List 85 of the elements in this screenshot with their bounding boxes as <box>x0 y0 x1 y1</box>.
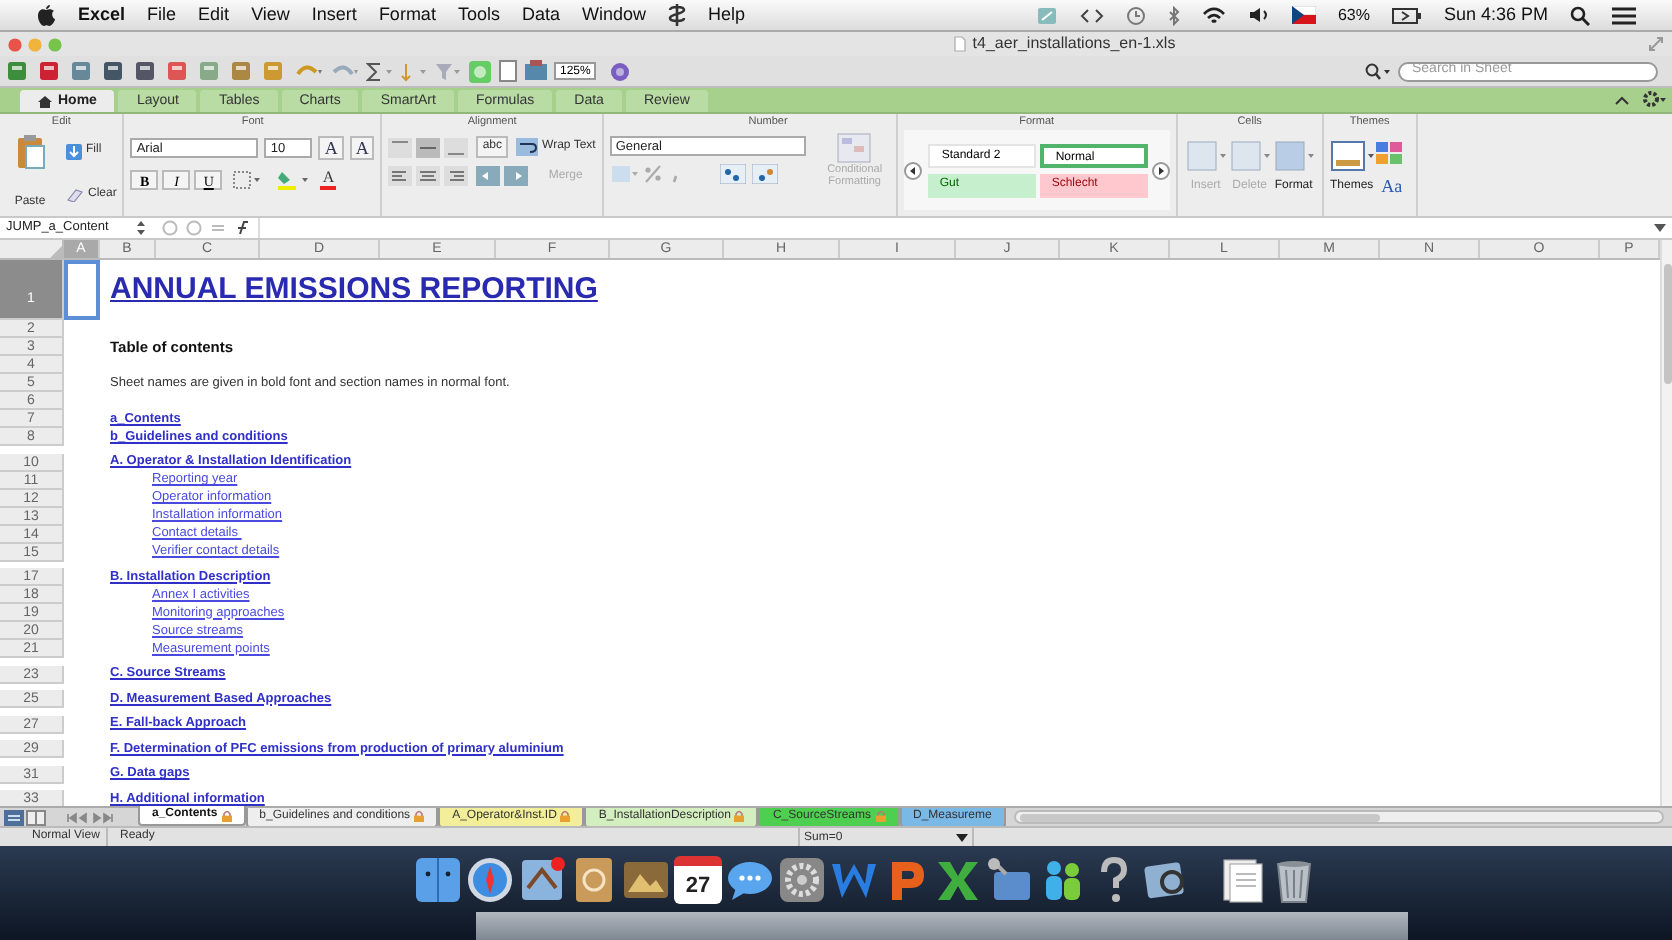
collapse-icon[interactable] <box>1614 94 1630 106</box>
excel-app-icon[interactable] <box>934 856 982 904</box>
lock-icon <box>221 809 232 821</box>
paste-large-icon[interactable] <box>14 134 46 170</box>
dropdown-caret-icon <box>956 833 968 841</box>
menu-item[interactable]: Data <box>521 1 560 29</box>
photos-app-icon[interactable] <box>622 856 670 904</box>
menu-item[interactable]: File <box>147 1 177 29</box>
clock-icon[interactable] <box>1125 5 1146 25</box>
flag-icon[interactable] <box>1291 6 1316 24</box>
search-icon[interactable] <box>1570 5 1590 25</box>
code-icon[interactable] <box>1079 7 1104 23</box>
sheet-icon[interactable] <box>498 60 518 82</box>
menu-item[interactable]: View <box>251 1 290 29</box>
help-icon[interactable] <box>610 61 631 81</box>
lock-icon <box>414 810 425 822</box>
bluetooth-icon[interactable] <box>1167 5 1180 25</box>
menu-item[interactable]: Tools <box>457 1 500 29</box>
name-box-stepper-icon[interactable] <box>136 220 146 236</box>
documents-app-icon[interactable] <box>1218 856 1266 904</box>
lock-icon <box>734 810 745 822</box>
lock-icon <box>560 810 571 822</box>
speaker-icon[interactable] <box>1247 6 1270 24</box>
selected-cell[interactable] <box>64 260 100 320</box>
gear-icon[interactable] <box>1642 90 1666 108</box>
previous-styles-icon[interactable] <box>903 161 922 179</box>
delete-cells-icon[interactable] <box>1227 140 1272 172</box>
browser-app-icon[interactable] <box>466 856 514 904</box>
menu-item[interactable]: Window <box>581 1 646 29</box>
theme-gallery-icon[interactable] <box>1329 140 1374 172</box>
preview-app-icon[interactable] <box>1142 856 1190 904</box>
fill-down-icon <box>66 143 82 160</box>
expand-formula-icon[interactable] <box>1654 224 1666 232</box>
battery-percentage: 63% <box>1337 3 1370 27</box>
format-cells-icon[interactable] <box>1271 140 1316 172</box>
sheet-title: ANNUAL EMISSIONS REPORTING <box>110 270 598 311</box>
calendar-app-icon[interactable]: 27 <box>674 856 722 904</box>
wifi-icon[interactable] <box>1201 5 1226 25</box>
menu-item[interactable]: Insert <box>311 1 357 29</box>
wrap-text-icon[interactable] <box>516 138 539 156</box>
align-center-icon[interactable] <box>416 166 441 186</box>
align-left-icon[interactable] <box>388 166 413 186</box>
chat-app-icon[interactable] <box>726 856 774 904</box>
close-icon[interactable] <box>8 37 22 51</box>
preferences-app-icon[interactable] <box>778 856 826 904</box>
menu-item[interactable]: Format <box>378 1 436 29</box>
fill-color-icon[interactable] <box>276 169 313 189</box>
align-top-icon[interactable] <box>388 137 413 157</box>
battery-icon[interactable] <box>1391 7 1422 23</box>
menu-clock: Sun 4:36 PM <box>1443 1 1548 28</box>
theme-fonts-button[interactable]: Aa <box>1381 174 1403 201</box>
increase-decimal-icon[interactable] <box>719 164 746 184</box>
align-bottom-icon[interactable] <box>444 137 469 157</box>
increase-indent-icon[interactable] <box>504 166 529 186</box>
function-icon[interactable] <box>234 220 250 236</box>
lock-icon <box>875 810 885 822</box>
font-color-button[interactable]: A <box>320 168 337 190</box>
borders-icon[interactable] <box>232 169 265 189</box>
grow-font-button[interactable]: A <box>318 136 344 160</box>
percent-icon[interactable] <box>643 164 662 184</box>
align-middle-icon[interactable] <box>416 137 441 157</box>
undo-icon[interactable] <box>294 61 324 81</box>
normal-view-icon[interactable] <box>4 809 24 825</box>
shrink-font-button[interactable]: A <box>349 136 375 160</box>
finder-app-icon[interactable] <box>414 856 462 904</box>
decrease-decimal-icon[interactable] <box>751 164 778 184</box>
fullscreen-icon[interactable] <box>1648 36 1664 52</box>
list-icon[interactable] <box>1612 5 1636 25</box>
decrease-indent-icon[interactable] <box>476 166 501 186</box>
page-layout-view-icon[interactable] <box>26 809 46 825</box>
home-icon <box>38 95 52 107</box>
search-menu-icon[interactable] <box>1364 62 1392 80</box>
apple-icon[interactable] <box>36 4 56 26</box>
align-right-icon[interactable] <box>444 166 469 186</box>
script-icon[interactable] <box>668 4 686 26</box>
insert-cells-icon[interactable] <box>1183 140 1228 172</box>
network-app-icon[interactable] <box>986 856 1034 904</box>
app-menu[interactable]: Excel <box>78 1 126 29</box>
window-title: t4_aer_installations_en-1.xls <box>972 32 1176 56</box>
autosum-icon[interactable] <box>366 61 394 81</box>
vertical-scrollbar-thumb[interactable] <box>1663 264 1671 384</box>
menu-item[interactable]: Edit <box>198 1 230 29</box>
next-styles-icon[interactable] <box>1151 161 1170 179</box>
menu-item[interactable]: Help <box>708 1 746 29</box>
eraser-icon <box>66 187 84 202</box>
